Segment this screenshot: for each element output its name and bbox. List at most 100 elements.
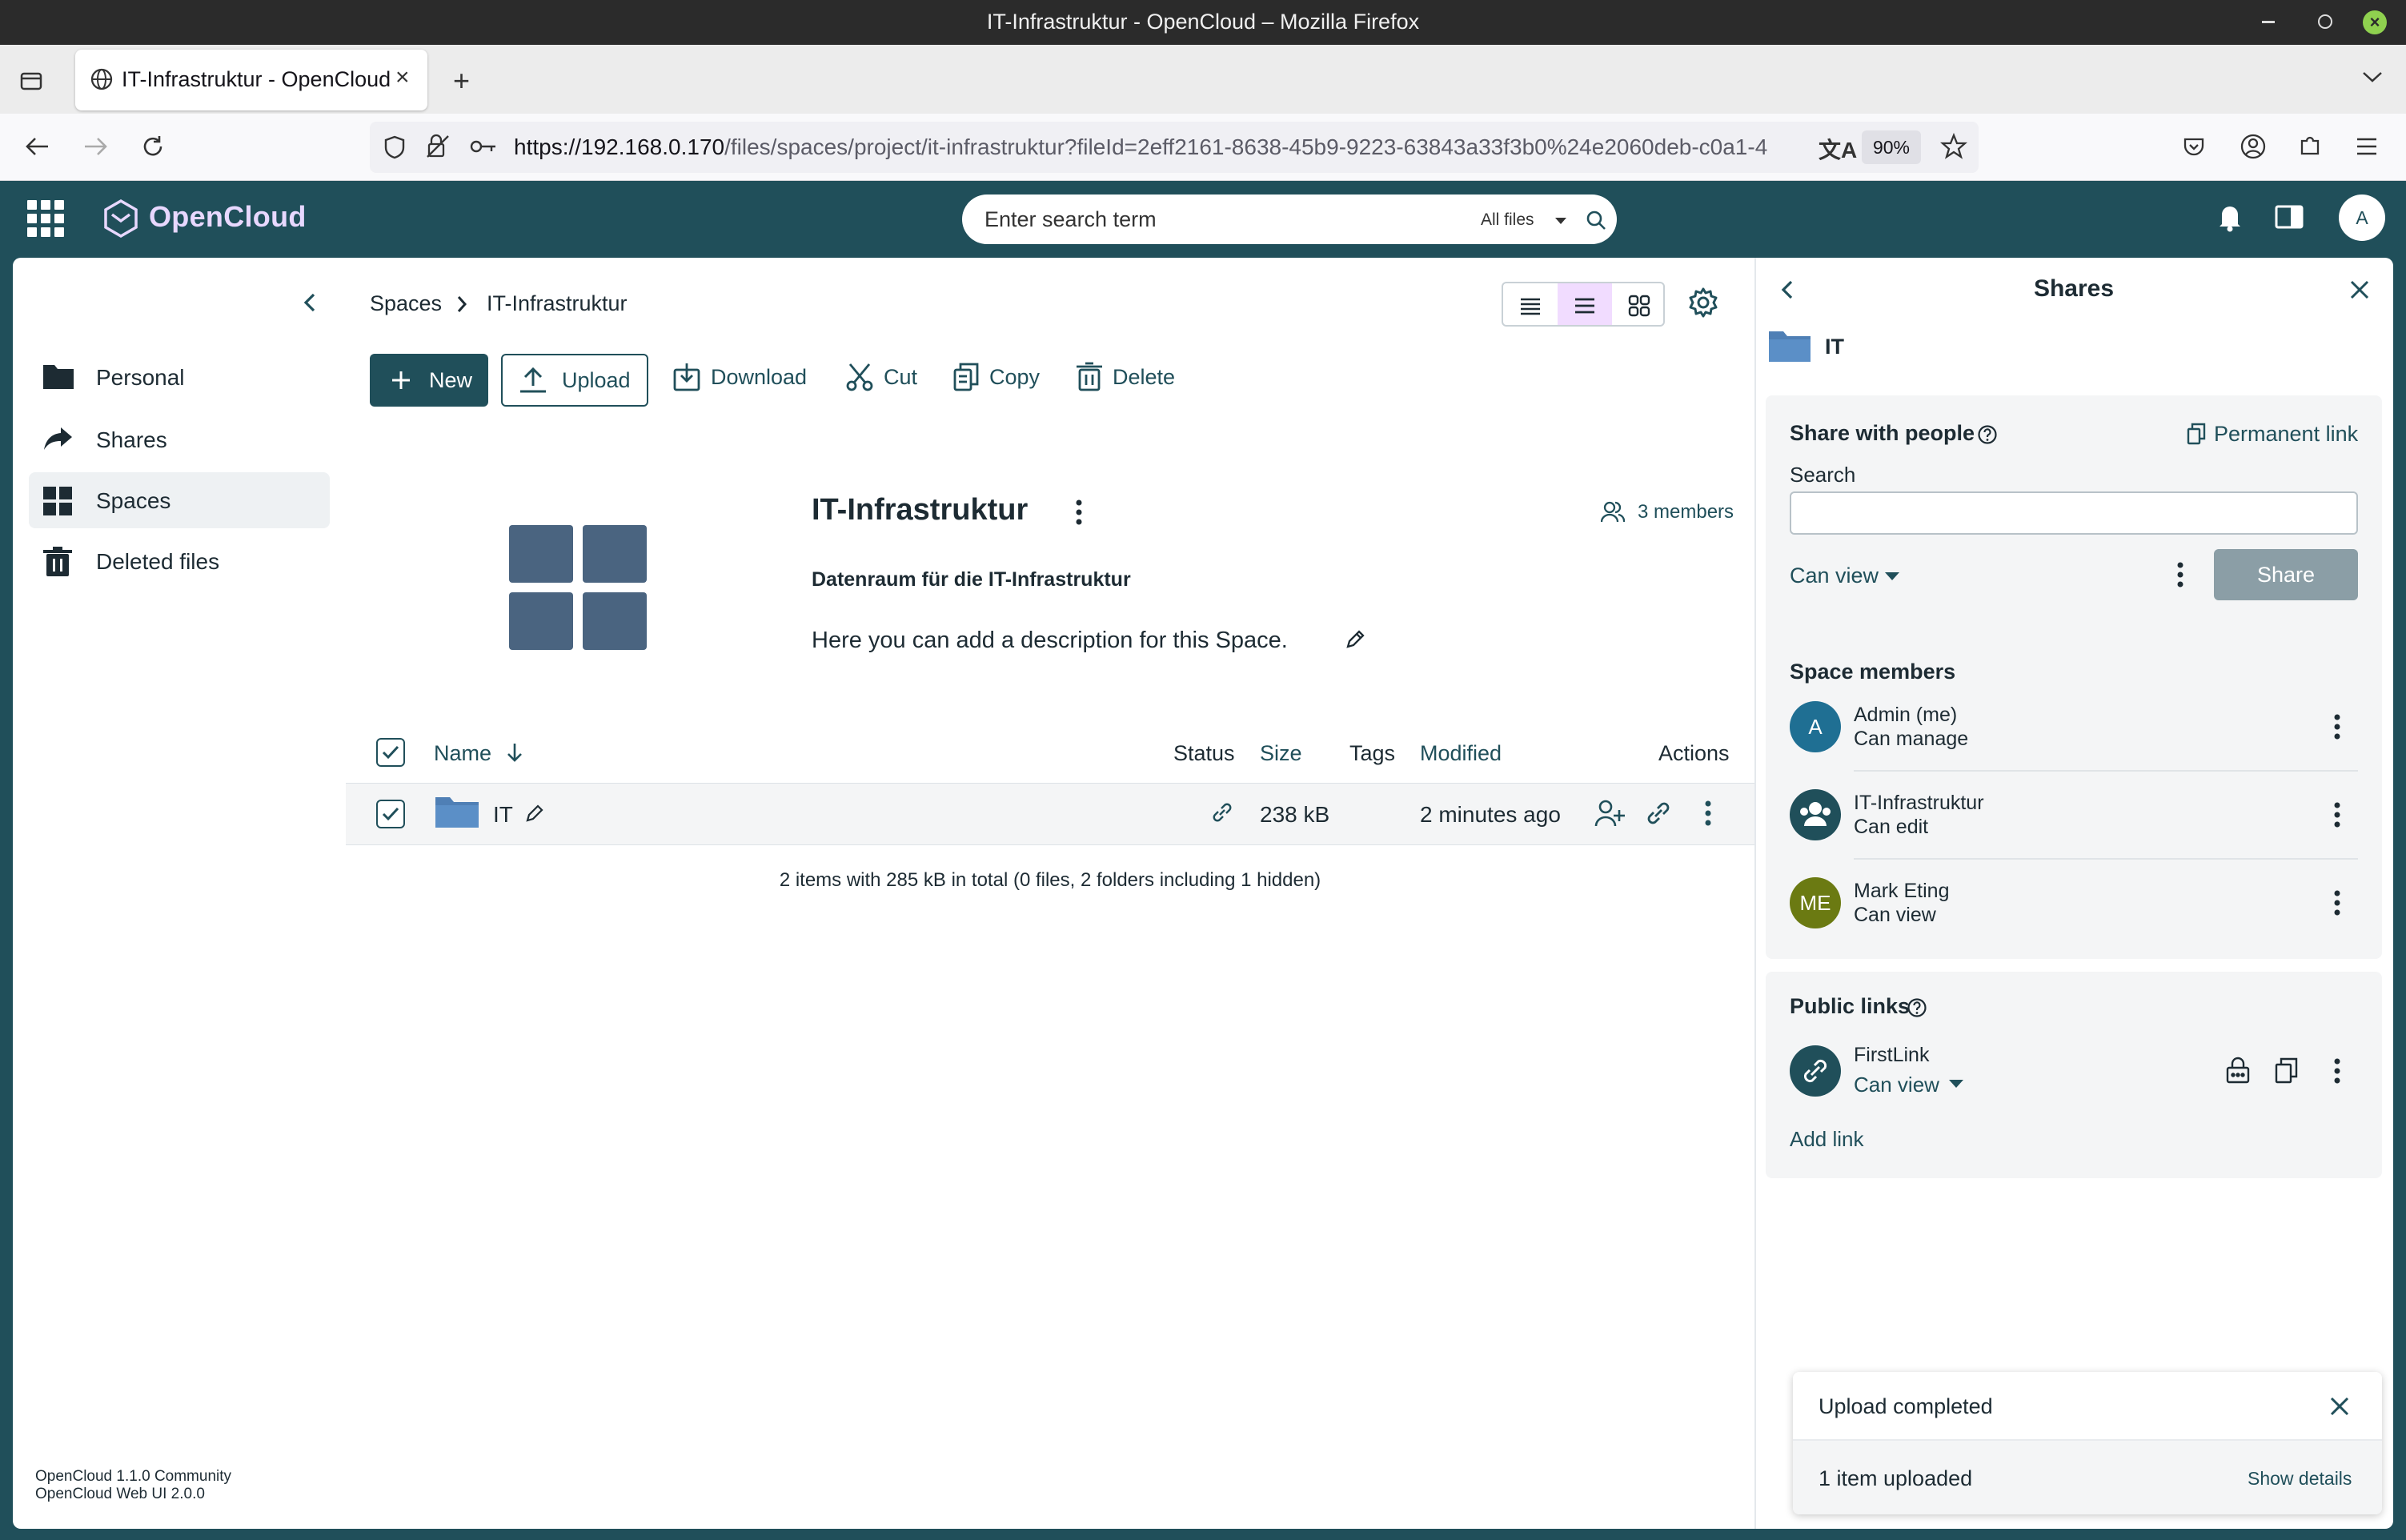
app-switcher-icon[interactable] <box>27 200 64 237</box>
tab-overview-icon[interactable] <box>19 69 43 93</box>
copy-link-icon[interactable] <box>2275 1057 2299 1084</box>
member-more-icon[interactable] <box>2328 712 2347 741</box>
row-checkbox[interactable] <box>376 800 405 828</box>
show-details-button[interactable]: Show details <box>2248 1468 2352 1490</box>
avatar: ME <box>1790 877 1841 928</box>
forward-icon[interactable] <box>82 134 109 158</box>
scissors-icon[interactable] <box>845 362 874 392</box>
upload-button[interactable]: Upload <box>501 354 648 407</box>
key-icon[interactable] <box>469 136 498 157</box>
select-all-checkbox[interactable] <box>376 738 405 767</box>
role-select[interactable]: Can view <box>1790 563 1879 588</box>
list-all-tabs-icon[interactable] <box>2361 69 2384 85</box>
cut-button[interactable]: Cut <box>884 365 917 390</box>
password-lock-icon[interactable] <box>2225 1057 2251 1084</box>
user-avatar[interactable]: A <box>2339 195 2385 241</box>
member-more-icon[interactable] <box>2328 888 2347 917</box>
main-content <box>346 258 1754 1529</box>
translate-icon[interactable]: 文A <box>1819 133 1857 165</box>
bookmark-star-icon[interactable] <box>1940 133 1967 160</box>
delete-icon[interactable] <box>1076 362 1103 392</box>
breadcrumb-root[interactable]: Spaces <box>370 291 442 316</box>
window-titlebar: IT-Infrastruktur - OpenCloud – Mozilla F… <box>0 0 2406 45</box>
collapse-sidebar-icon[interactable] <box>301 291 319 314</box>
share-search-input[interactable] <box>1790 491 2358 535</box>
link-more-icon[interactable] <box>2328 1057 2347 1085</box>
folder-icon <box>42 362 75 391</box>
pocket-icon[interactable] <box>2182 134 2206 158</box>
help-icon[interactable] <box>1977 424 1998 445</box>
window-close-icon[interactable]: × <box>2363 10 2387 34</box>
toast-close-icon[interactable] <box>2329 1396 2350 1417</box>
rename-pencil-icon[interactable] <box>525 804 544 823</box>
share-options-icon[interactable] <box>2171 560 2190 589</box>
new-tab-icon[interactable]: + <box>453 64 470 98</box>
share-button[interactable]: Share <box>2214 549 2358 600</box>
link-role-select[interactable]: Can view <box>1854 1073 1939 1097</box>
member-item: IT-Infrastruktur Can edit <box>1854 791 1984 839</box>
extensions-icon[interactable] <box>2297 133 2323 158</box>
lock-warning-icon[interactable] <box>424 133 451 160</box>
download-icon[interactable] <box>672 362 701 392</box>
back-icon[interactable] <box>24 134 51 158</box>
sidebar-item-personal[interactable]: Personal <box>29 349 330 405</box>
sidebar-item-spaces[interactable]: Spaces <box>29 472 330 528</box>
sidebar-toggle-icon[interactable] <box>2275 205 2304 229</box>
sidebar-item-deleted-files[interactable]: Deleted files <box>29 533 330 589</box>
sort-arrow-down-icon[interactable] <box>506 741 523 764</box>
add-link-button[interactable]: Add link <box>1790 1127 1864 1152</box>
tab-close-icon[interactable]: × <box>395 64 410 91</box>
version-line: OpenCloud 1.1.0 Community <box>35 1468 232 1485</box>
opencloud-logo-icon[interactable] <box>102 199 139 239</box>
column-header-name[interactable]: Name <box>434 741 491 766</box>
delete-button[interactable]: Delete <box>1113 365 1175 390</box>
copy-icon[interactable] <box>952 362 980 392</box>
search-bar[interactable]: Enter search term All files <box>962 195 1617 244</box>
members-link[interactable]: 3 members <box>1638 501 1734 523</box>
minimize-icon[interactable] <box>2262 21 2275 23</box>
space-description: Here you can add a description for this … <box>812 628 1288 653</box>
copy-link-icon[interactable] <box>1644 799 1673 828</box>
search-scope-select[interactable]: All files <box>1481 211 1534 230</box>
new-button[interactable]: New <box>370 354 488 407</box>
zoom-level[interactable]: 90% <box>1862 130 1921 164</box>
download-button[interactable]: Download <box>711 365 807 390</box>
settings-gear-icon[interactable] <box>1687 287 1719 319</box>
menu-icon[interactable] <box>2355 136 2379 157</box>
permanent-link-button[interactable]: Permanent link <box>2214 422 2358 447</box>
sidebar-item-shares[interactable]: Shares <box>29 411 330 467</box>
search-input[interactable]: Enter search term <box>984 207 1157 232</box>
copy-icon[interactable] <box>2187 423 2206 445</box>
tracking-protection-icon[interactable] <box>383 134 407 160</box>
panel-item-name: IT <box>1825 335 1844 359</box>
member-name: Mark Eting <box>1854 880 1950 902</box>
brand-name[interactable]: OpenCloud <box>149 200 307 234</box>
row-name[interactable]: IT <box>493 802 513 828</box>
chevron-right-icon <box>455 295 469 314</box>
space-more-icon[interactable] <box>1069 498 1089 527</box>
version-info: OpenCloud 1.1.0 Community OpenCloud Web … <box>35 1468 231 1503</box>
edit-pencil-icon[interactable] <box>1345 629 1365 650</box>
bell-icon[interactable] <box>2216 202 2244 232</box>
row-modified: 2 minutes ago <box>1420 802 1561 827</box>
browser-tab[interactable]: IT-Infrastruktur - OpenCloud × <box>75 50 427 110</box>
link-status-icon[interactable] <box>1210 800 1234 824</box>
help-icon[interactable] <box>1907 997 1927 1018</box>
condensed-list-icon[interactable] <box>1519 296 1542 315</box>
list-view-icon[interactable] <box>1574 296 1596 315</box>
add-member-icon[interactable] <box>1594 799 1625 828</box>
toast-title: Upload completed <box>1819 1394 1993 1418</box>
copy-button[interactable]: Copy <box>989 365 1040 390</box>
column-header-modified[interactable]: Modified <box>1420 741 1502 766</box>
search-icon[interactable] <box>1585 209 1607 231</box>
tiles-view-icon[interactable] <box>1628 295 1650 317</box>
member-more-icon[interactable] <box>2328 800 2347 829</box>
account-icon[interactable] <box>2240 133 2267 160</box>
reload-icon[interactable] <box>139 133 166 160</box>
column-header-size[interactable]: Size <box>1260 741 1302 766</box>
restore-icon[interactable] <box>2318 14 2332 29</box>
sidebar-item-label: Deleted files <box>96 549 220 574</box>
link-name: FirstLink <box>1854 1044 1930 1066</box>
row-more-icon[interactable] <box>1698 799 1718 828</box>
panel-close-icon[interactable] <box>2348 279 2371 301</box>
